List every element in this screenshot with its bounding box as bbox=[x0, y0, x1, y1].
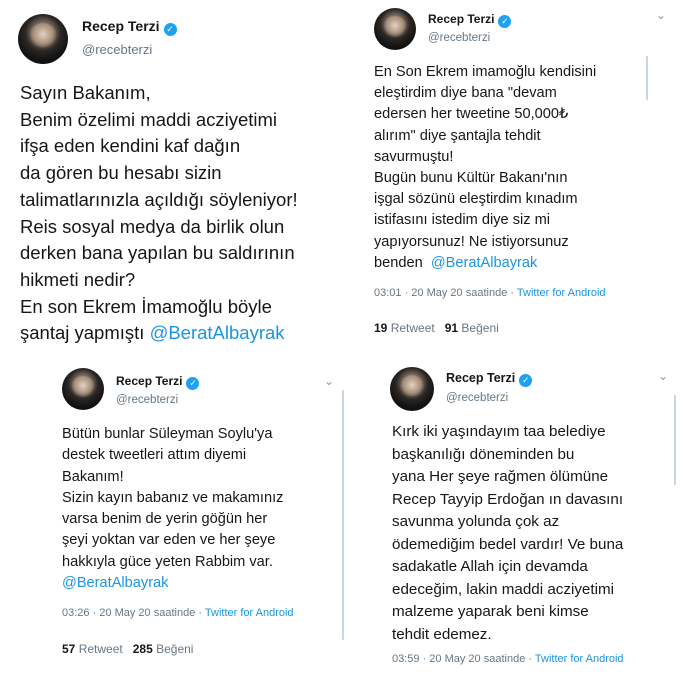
mention-link[interactable]: @BeratAlbayrak bbox=[62, 575, 168, 591]
author-handle[interactable]: @recebterzi bbox=[82, 42, 152, 57]
tweet-text: Bütün bunlar Süleyman Soylu'ya destek tw… bbox=[62, 424, 283, 594]
author-handle[interactable]: @recebterzi bbox=[428, 32, 490, 44]
avatar[interactable] bbox=[62, 368, 104, 410]
author-handle[interactable]: @recebterzi bbox=[116, 394, 178, 406]
verified-icon: ✓ bbox=[519, 374, 533, 387]
avatar[interactable] bbox=[374, 8, 416, 50]
retweet-label: Retweet bbox=[75, 642, 123, 656]
source-link[interactable]: Twitter for Android bbox=[517, 287, 606, 299]
like-count[interactable]: 285 bbox=[133, 642, 153, 656]
author-name[interactable]: Recep Terzi ✓ bbox=[428, 12, 512, 28]
author-handle[interactable]: @recebterzi bbox=[446, 392, 508, 404]
retweet-count[interactable]: 57 bbox=[62, 642, 75, 656]
avatar[interactable] bbox=[18, 14, 68, 64]
tweet-text-content: Kırk iki yaşındayım taa belediye başkanı… bbox=[392, 423, 624, 643]
tweet-timestamp: 03:01 · 20 May 20 saatinde · Twitter for… bbox=[374, 287, 606, 299]
tweet-text-content: Bütün bunlar Süleyman Soylu'ya destek tw… bbox=[62, 426, 284, 570]
like-label: Beğeni bbox=[458, 321, 499, 335]
author-name-text: Recep Terzi bbox=[116, 374, 183, 388]
verified-icon: ✓ bbox=[163, 23, 177, 36]
tweet-card: Recep Terzi ✓ @recebterzi ⌄ Kırk iki yaşı… bbox=[378, 355, 690, 690]
chevron-down-icon[interactable]: ⌄ bbox=[658, 369, 668, 383]
tweet-card: Recep Terzi ✓ @recebterzi Sayın Bakanım, … bbox=[0, 0, 346, 352]
mention-link[interactable]: @BeratAlbayrak bbox=[431, 255, 537, 271]
tweet-card: Recep Terzi ✓ @recebterzi ⌄ Bütün bunlar … bbox=[52, 362, 350, 690]
tweet-card: Recep Terzi ✓ @recebterzi ⌄ En Son Ekrem … bbox=[356, 0, 690, 345]
scrollbar[interactable] bbox=[646, 56, 648, 100]
like-label: Beğeni bbox=[152, 642, 194, 656]
scrollbar[interactable] bbox=[674, 395, 676, 485]
verified-icon: ✓ bbox=[186, 377, 200, 390]
scrollbar[interactable] bbox=[342, 390, 344, 640]
tweet-text: En Son Ekrem imamoğlu kendisini eleştird… bbox=[374, 62, 596, 274]
retweet-count[interactable]: 19 bbox=[374, 321, 387, 335]
tweet-text: Kırk iki yaşındayım taa belediye başkanı… bbox=[392, 421, 623, 646]
author-name-text: Recep Terzi bbox=[446, 371, 516, 385]
tweet-text: Sayın Bakanım, Benim özelimi maddi acziy… bbox=[20, 80, 298, 347]
chevron-down-icon[interactable]: ⌄ bbox=[656, 8, 666, 22]
timestamp-text: 03:01 · 20 May 20 saatinde · bbox=[374, 287, 517, 299]
timestamp-text: 03:59 · 20 May 20 saatinde · bbox=[392, 653, 535, 665]
author-name-text: Recep Terzi bbox=[428, 12, 495, 26]
author-name[interactable]: Recep Terzi ✓ bbox=[116, 374, 200, 390]
mention-link[interactable]: @BeratAlbayrak bbox=[150, 322, 285, 343]
tweet-stats: 19 Retweet 91 Beğeni bbox=[374, 321, 499, 335]
tweet-text-content: En Son Ekrem imamoğlu kendisini eleştird… bbox=[374, 64, 597, 271]
chevron-down-icon[interactable]: ⌄ bbox=[324, 374, 334, 388]
tweet-timestamp: 03:26 · 20 May 20 saatinde · Twitter for… bbox=[62, 607, 294, 619]
author-name[interactable]: Recep Terzi ✓ bbox=[82, 18, 177, 36]
like-count[interactable]: 91 bbox=[445, 321, 458, 335]
author-name-text: Recep Terzi bbox=[82, 18, 160, 34]
tweet-timestamp: 03:59 · 20 May 20 saatinde · Twitter for… bbox=[392, 653, 624, 665]
verified-icon: ✓ bbox=[498, 15, 512, 28]
timestamp-text: 03:26 · 20 May 20 saatinde · bbox=[62, 607, 205, 619]
tweet-stats: 57 Retweet 285 Beğeni bbox=[62, 642, 193, 656]
retweet-label: Retweet bbox=[387, 321, 435, 335]
author-name[interactable]: Recep Terzi ✓ bbox=[446, 371, 533, 387]
source-link[interactable]: Twitter for Android bbox=[205, 607, 294, 619]
tweet-text-content: Sayın Bakanım, Benim özelimi maddi acziy… bbox=[20, 82, 298, 344]
source-link[interactable]: Twitter for Android bbox=[535, 653, 624, 665]
avatar[interactable] bbox=[390, 367, 434, 411]
